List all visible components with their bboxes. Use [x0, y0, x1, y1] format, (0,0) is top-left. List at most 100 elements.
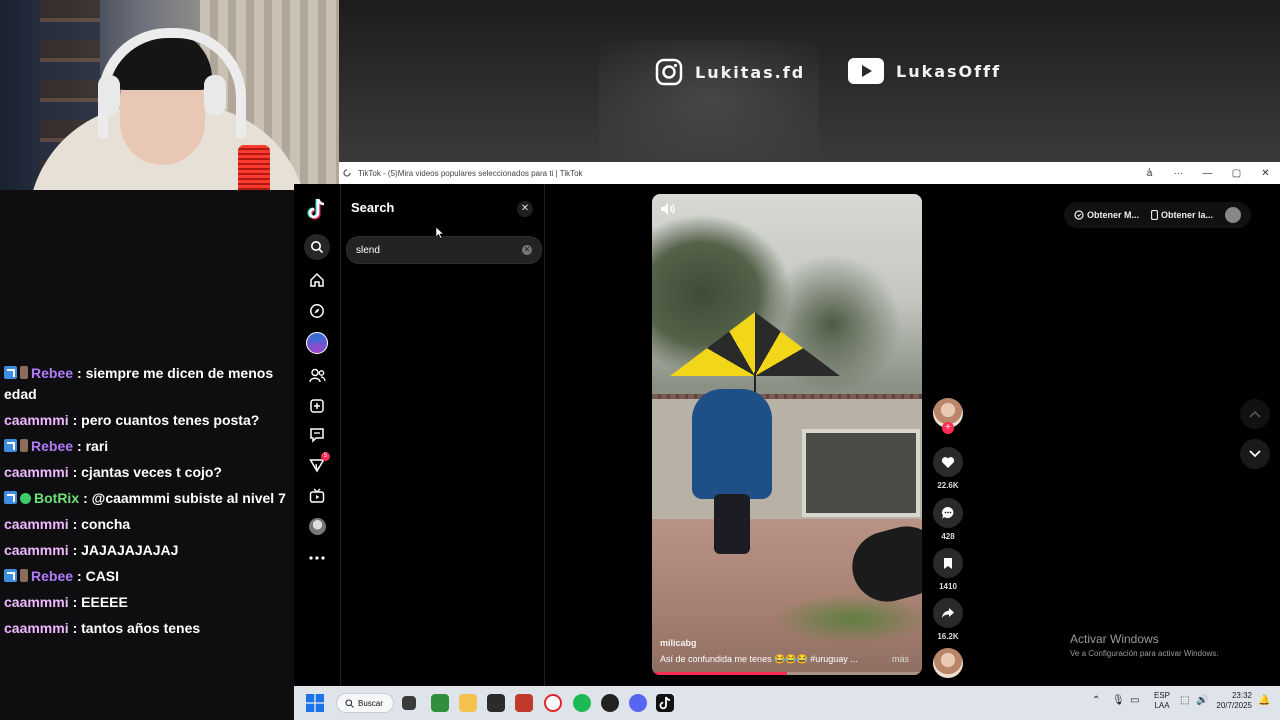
- save-button[interactable]: 1410: [933, 548, 963, 591]
- creator-avatar-button[interactable]: +: [933, 398, 963, 434]
- window-title: TikTok - (5)Mira videos populares selecc…: [358, 168, 583, 178]
- get-app-button[interactable]: Obtener la...: [1151, 210, 1213, 220]
- reload-icon[interactable]: [342, 168, 352, 178]
- flag-badge-icon: [20, 569, 28, 582]
- following-icon[interactable]: [304, 362, 330, 388]
- volume-icon[interactable]: [660, 202, 676, 216]
- more-icon[interactable]: [304, 545, 330, 571]
- chat-text: : EEEEE: [72, 594, 128, 610]
- search-panel-title: Search: [351, 200, 395, 215]
- search-box[interactable]: ✕: [346, 236, 542, 264]
- stream-chat: Rebee: siempre me dicen de menos edad caa…: [0, 190, 294, 720]
- opera-icon[interactable]: [544, 694, 562, 712]
- sound-avatar: [933, 648, 963, 678]
- tiktok-taskbar-icon[interactable]: [656, 694, 674, 712]
- search-input[interactable]: [356, 237, 516, 263]
- sound-avatar-button[interactable]: [933, 648, 963, 678]
- live-avatar-icon[interactable]: [304, 330, 330, 356]
- explore-icon[interactable]: [304, 298, 330, 324]
- chat-username[interactable]: caammmi: [4, 464, 69, 480]
- maximize-button[interactable]: ▢: [1222, 168, 1251, 179]
- prime-badge-icon: [4, 439, 17, 452]
- translate-button[interactable]: a҆: [1135, 168, 1164, 179]
- video-progress-bar[interactable]: [652, 672, 922, 675]
- chat-messages: Rebee: siempre me dicen de menos edad caa…: [0, 362, 290, 643]
- chat-text: : pero cuantos tenes posta?: [72, 412, 260, 428]
- chat-username[interactable]: caammmi: [4, 620, 69, 636]
- clear-search-icon[interactable]: ✕: [522, 245, 532, 255]
- chat-username[interactable]: caammmi: [4, 516, 69, 532]
- like-button[interactable]: 22.6K: [933, 447, 963, 490]
- comment-button[interactable]: 428: [933, 498, 963, 541]
- close-window-button[interactable]: ✕: [1251, 168, 1280, 179]
- video-player[interactable]: milicabg Así de confundida me tenes 😂😂😂 …: [652, 194, 922, 675]
- get-coins-label: Obtener M...: [1087, 210, 1140, 220]
- chat-username[interactable]: BotRix: [34, 490, 79, 506]
- clock[interactable]: 23:32 20/7/2025: [1212, 691, 1252, 711]
- chat-username[interactable]: Rebee: [31, 365, 73, 381]
- window-more-button[interactable]: ···: [1164, 168, 1193, 179]
- profile-icon[interactable]: [304, 513, 330, 539]
- inbox-badge: 5: [321, 452, 330, 461]
- video-caption: Así de confundida me tenes 😂😂😂 #uruguay …: [660, 654, 858, 664]
- minecraft-icon[interactable]: [431, 694, 449, 712]
- search-panel: Search ✕ ✕: [341, 184, 545, 686]
- prime-badge-icon: [4, 491, 17, 504]
- chevron-down-icon: [1249, 450, 1261, 458]
- network-icon[interactable]: ⬚: [1180, 696, 1189, 706]
- voicemod-icon[interactable]: [515, 694, 533, 712]
- share-button[interactable]: 16.2K: [933, 598, 963, 641]
- search-icon[interactable]: [304, 234, 330, 260]
- notifications-icon[interactable]: 🔔: [1258, 696, 1270, 706]
- chat-text: : concha: [72, 516, 131, 532]
- flag-badge-icon: [20, 439, 28, 452]
- inbox-icon[interactable]: 5: [304, 452, 330, 478]
- chat-username[interactable]: caammmi: [4, 542, 69, 558]
- notepad-icon[interactable]: [487, 694, 505, 712]
- video-username[interactable]: milicabg: [660, 638, 697, 648]
- chat-username[interactable]: caammmi: [4, 412, 69, 428]
- follow-plus-icon[interactable]: +: [942, 422, 954, 434]
- tiktok-logo-icon[interactable]: [304, 196, 330, 222]
- display-tray-icon[interactable]: ▭: [1130, 696, 1139, 706]
- instagram-icon: [655, 58, 683, 86]
- home-icon[interactable]: [304, 267, 330, 293]
- user-avatar[interactable]: [1225, 207, 1242, 223]
- video-progress-fill: [652, 672, 787, 675]
- microphone: [238, 145, 270, 190]
- chat-message: caammmi: concha: [0, 513, 290, 539]
- chat-username[interactable]: Rebee: [31, 568, 73, 584]
- mouse-cursor-icon: [436, 227, 444, 239]
- webcam-feed: [0, 0, 339, 190]
- microphone-tray-icon[interactable]: 🎙: [1112, 696, 1125, 706]
- chat-text: : cjantas veces t cojo?: [72, 464, 222, 480]
- spotify-icon[interactable]: [573, 694, 591, 712]
- obs-icon[interactable]: [601, 694, 619, 712]
- caption-more-link[interactable]: más: [892, 654, 909, 664]
- task-view-icon[interactable]: [402, 696, 416, 710]
- chat-username[interactable]: Rebee: [31, 438, 73, 454]
- tray-chevron-icon[interactable]: ⌃: [1092, 696, 1100, 706]
- chat-username[interactable]: caammmi: [4, 594, 69, 610]
- activation-subtitle: Ve a Configuración para activar Windows.: [1070, 649, 1219, 658]
- chat-text: : CASI: [77, 568, 120, 584]
- language-indicator[interactable]: ESP LAA: [1154, 691, 1170, 711]
- get-app-label: Obtener la...: [1161, 210, 1214, 220]
- discord-icon[interactable]: [629, 694, 647, 712]
- taskbar-search[interactable]: Buscar: [336, 693, 394, 713]
- verified-badge-icon: [20, 493, 31, 504]
- heart-icon: [941, 456, 955, 468]
- chat-message: Rebee: rari: [0, 435, 290, 461]
- chat-message: Rebee: CASI: [0, 565, 290, 591]
- windows-start-icon[interactable]: [306, 694, 324, 712]
- get-coins-button[interactable]: Obtener M...: [1074, 210, 1139, 220]
- previous-video-button[interactable]: [1240, 399, 1270, 429]
- file-explorer-icon[interactable]: [459, 694, 477, 712]
- next-video-button[interactable]: [1240, 439, 1270, 469]
- close-search-button[interactable]: ✕: [517, 201, 533, 217]
- minimize-button[interactable]: —: [1193, 168, 1222, 179]
- upload-icon[interactable]: [304, 393, 330, 419]
- speaker-icon[interactable]: 🔊: [1196, 696, 1208, 706]
- messages-icon[interactable]: [304, 422, 330, 448]
- live-icon[interactable]: [304, 483, 330, 509]
